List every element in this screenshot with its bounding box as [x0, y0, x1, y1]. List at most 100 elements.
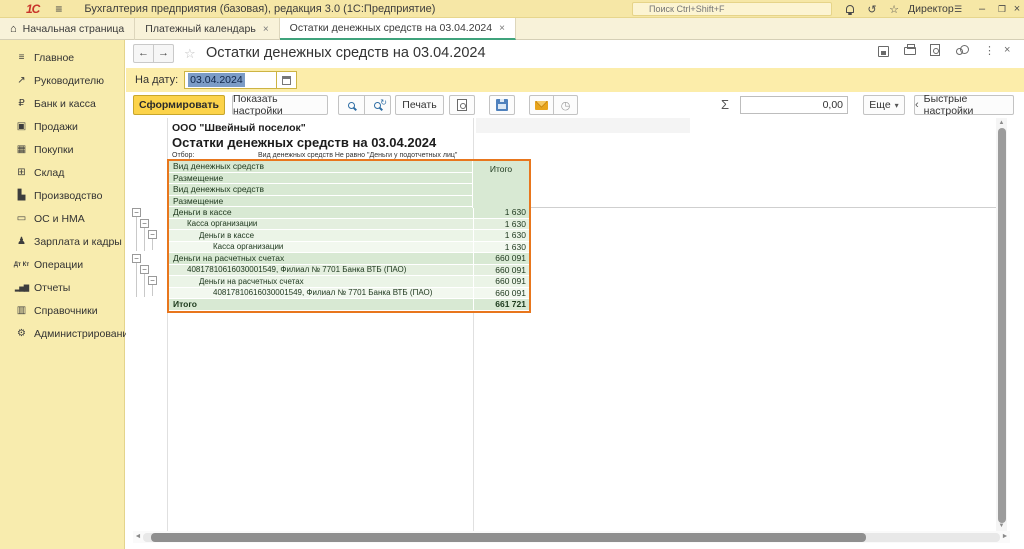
spreadsheet-top-row [476, 118, 690, 133]
tab-cash-balances[interactable]: Остатки денежных средств на 03.04.2024 × [280, 18, 516, 40]
sidebar-item-rukovoditelyu[interactable]: ↗ Руководителю [0, 69, 124, 92]
close-window-button[interactable]: × [1010, 0, 1024, 18]
calendar-button[interactable] [277, 71, 297, 89]
history-icon[interactable]: ↺ [862, 0, 882, 18]
link-icon[interactable] [956, 46, 963, 58]
floppy-icon [496, 99, 508, 111]
filter-value: Вид денежных средств Не равно "Деньги у … [258, 152, 457, 159]
notifications-bell-icon[interactable] [840, 0, 860, 18]
scroll-up-icon[interactable]: ▲ [996, 118, 1007, 128]
table-row[interactable]: 40817810616030001549, Филиал № 7701 Банк… [169, 288, 529, 300]
more-dots-icon[interactable]: ⋮ [984, 44, 995, 57]
sidebar-item-operacii[interactable]: Дт Кт Операции [0, 253, 124, 276]
briefcase-icon: ▣ [12, 121, 31, 132]
coin-icon: ₽ [12, 98, 31, 109]
more-label: Еще [869, 99, 890, 111]
sidebar-item-administrirovanie[interactable]: ⚙ Администрирование [0, 322, 124, 345]
date-input[interactable]: 03.04.2024 [184, 71, 277, 89]
more-button[interactable]: Еще ▾ [863, 95, 905, 115]
table-row[interactable]: Касса организации1 630 [169, 242, 529, 254]
scroll-down-icon[interactable]: ▼ [996, 521, 1007, 531]
preview-icon [457, 99, 467, 111]
find-next-button[interactable]: ↻ [364, 95, 391, 115]
find-button[interactable] [338, 95, 365, 115]
sidebar-item-zarplata[interactable]: ♟ Зарплата и кадры [0, 230, 124, 253]
titlebar: 1С ≡ Бухгалтерия предприятия (базовая), … [0, 0, 1024, 18]
print-button[interactable]: Печать [395, 95, 444, 115]
filter-bar: На дату: 03.04.2024 [126, 68, 1024, 92]
table-row[interactable]: Деньги в кассе1 630 [169, 207, 529, 219]
collapse-icon[interactable]: − [132, 254, 141, 263]
vertical-scroll-thumb[interactable] [998, 128, 1006, 523]
sidebar-item-label: Главное [34, 52, 74, 64]
sidebar-item-os-i-nma[interactable]: ▭ ОС и НМА [0, 207, 124, 230]
report-table[interactable]: Итого Вид денежных средств Размещение Ви… [167, 159, 531, 313]
tab-label: Платежный календарь [145, 23, 256, 35]
preview-icon[interactable] [930, 44, 940, 59]
sidebar-item-sklad[interactable]: ⊞ Склад [0, 161, 124, 184]
sidebar-item-spravochniki[interactable]: ▥ Справочники [0, 299, 124, 322]
table-row[interactable]: 40817810616030001549, Филиал № 7701 Банк… [169, 265, 529, 277]
sidebar-item-label: Продажи [34, 121, 78, 133]
sidebar-item-proizvodstvo[interactable]: ▙ Производство [0, 184, 124, 207]
show-settings-button[interactable]: Показать настройки [232, 95, 328, 115]
view-options-icon[interactable]: ☰ [948, 0, 968, 18]
book-icon: ▥ [12, 305, 31, 316]
collapse-icon[interactable]: − [148, 230, 157, 239]
horizontal-scrollbar[interactable]: ◄ ► [133, 531, 1010, 543]
table-row[interactable]: Касса организации1 630 [169, 219, 529, 231]
scroll-left-icon[interactable]: ◄ [133, 531, 143, 543]
sidebar-item-otchety[interactable]: ▂▅▇ Отчеты [0, 276, 124, 299]
favorite-star-icon[interactable]: ☆ [184, 46, 196, 62]
minimize-button[interactable]: – [972, 0, 992, 18]
sidebar-item-label: Отчеты [34, 282, 70, 294]
global-search-input[interactable] [632, 2, 832, 16]
app-window: 1С ≡ Бухгалтерия предприятия (базовая), … [0, 0, 1024, 549]
sidebar-item-glavnoe[interactable]: ≡ Главное [0, 46, 124, 69]
main-menu-icon[interactable]: ≡ [55, 2, 62, 16]
chart-icon: ▂▅▇ [12, 284, 31, 292]
close-report-icon[interactable]: × [1004, 44, 1010, 56]
collapse-icon[interactable]: − [132, 208, 141, 217]
table-total-row[interactable]: Итого661 721 [169, 299, 529, 311]
back-button[interactable]: ← [133, 44, 154, 63]
tree-connector [144, 228, 145, 251]
organization-name: ООО "Швейный поселок" [172, 122, 306, 134]
collapse-icon[interactable]: − [140, 265, 149, 274]
table-row[interactable]: Деньги в кассе1 630 [169, 230, 529, 242]
save-report-button[interactable] [489, 95, 515, 115]
send-mail-button[interactable] [529, 95, 554, 115]
close-tab-icon[interactable]: × [263, 24, 269, 35]
print-preview-button[interactable] [449, 95, 475, 115]
sidebar-item-bank-i-kassa[interactable]: ₽ Банк и касса [0, 92, 124, 115]
close-tab-icon[interactable]: × [499, 23, 505, 34]
quick-settings-button[interactable]: ‹ Быстрые настройки [914, 95, 1014, 115]
forward-button[interactable]: → [153, 44, 174, 63]
report-toolbar: Сформировать Показать настройки ↻ Печать… [126, 92, 1024, 118]
sidebar-item-prodazhi[interactable]: ▣ Продажи [0, 115, 124, 138]
collapse-icon[interactable]: − [148, 276, 157, 285]
save-icon[interactable] [878, 46, 889, 60]
restore-button[interactable]: ❐ [992, 0, 1012, 18]
truck-icon: ▭ [12, 213, 31, 224]
current-user[interactable]: Директор [908, 0, 954, 18]
favorites-star-icon[interactable]: ☆ [884, 0, 904, 18]
vertical-scrollbar[interactable]: ▲ ▼ [996, 118, 1007, 531]
horizontal-scroll-thumb[interactable] [151, 533, 866, 542]
collapse-icon[interactable]: − [140, 219, 149, 228]
tab-home[interactable]: ⌂ Начальная страница [0, 18, 135, 40]
print-icon[interactable] [904, 46, 916, 58]
scroll-right-icon[interactable]: ► [1000, 531, 1010, 543]
sidebar-item-pokupki[interactable]: ▦ Покупки [0, 138, 124, 161]
cart-icon: ▦ [12, 144, 31, 155]
sidebar-item-label: Зарплата и кадры [34, 236, 122, 248]
page-title: Остатки денежных средств на 03.04.2024 [206, 45, 486, 61]
tab-payment-calendar[interactable]: Платежный календарь × [135, 18, 279, 40]
schedule-button[interactable]: ◷ [553, 95, 578, 115]
table-row[interactable]: Деньги на расчетных счетах660 091 [169, 253, 529, 265]
sum-field[interactable]: 0,00 [740, 96, 848, 114]
table-row[interactable]: Деньги на расчетных счетах660 091 [169, 276, 529, 288]
generate-button[interactable]: Сформировать [133, 95, 225, 115]
sigma-icon: Σ [721, 97, 729, 112]
sidebar-item-label: Администрирование [34, 328, 134, 340]
